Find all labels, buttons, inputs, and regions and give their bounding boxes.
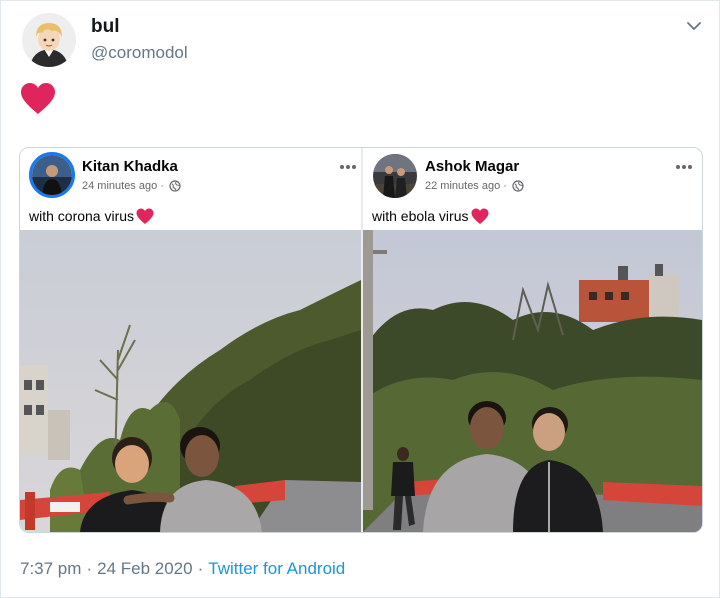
left-facebook-post: Kitan Khadka 24 minutes ago · with corona… — [20, 148, 361, 532]
tweet-source-link[interactable]: Twitter for Android — [208, 559, 345, 578]
caption-text: with corona virus — [29, 208, 135, 224]
post-caption: with corona virus — [29, 208, 154, 225]
tweet-time[interactable]: 7:37 pm — [20, 559, 81, 578]
separator: · — [86, 559, 93, 578]
display-name[interactable]: bul — [91, 16, 120, 38]
avatar[interactable] — [22, 13, 76, 67]
caption-text: with ebola virus — [372, 208, 469, 224]
separator: · — [160, 180, 164, 192]
post-caption: with ebola virus — [372, 208, 489, 225]
separator: · — [503, 180, 507, 192]
red-heart-icon — [471, 208, 488, 224]
author-avatar — [373, 154, 417, 198]
separator: · — [197, 559, 204, 578]
tweet-timestamp: 7:37 pm · 24 Feb 2020 · Twitter for Android — [20, 559, 345, 579]
tweet-card: bul @coromodol Kitan Khadka 24 minutes a… — [0, 0, 720, 598]
time-ago: 24 minutes ago — [82, 180, 158, 192]
quoted-image[interactable]: Kitan Khadka 24 minutes ago · with corona… — [19, 147, 703, 533]
author-name: Ashok Magar — [425, 158, 520, 175]
tweet-date[interactable]: 24 Feb 2020 — [97, 559, 192, 578]
post-time: 22 minutes ago · — [425, 180, 524, 195]
author-name: Kitan Khadka — [82, 158, 178, 175]
more-icon — [336, 160, 360, 172]
user-handle[interactable]: @coromodol — [91, 43, 188, 63]
red-heart-icon — [136, 208, 154, 224]
author-avatar — [29, 152, 75, 198]
post-time: 24 minutes ago · — [82, 180, 181, 195]
globe-icon — [512, 180, 524, 195]
red-heart-icon — [20, 82, 56, 116]
more-icon — [672, 160, 696, 172]
globe-icon — [169, 180, 181, 195]
time-ago: 22 minutes ago — [425, 180, 501, 192]
chevron-down-icon[interactable] — [683, 15, 705, 37]
post-photo — [20, 230, 361, 532]
post-photo — [363, 230, 702, 532]
right-facebook-post: Ashok Magar 22 minutes ago · with ebola v… — [363, 148, 702, 532]
